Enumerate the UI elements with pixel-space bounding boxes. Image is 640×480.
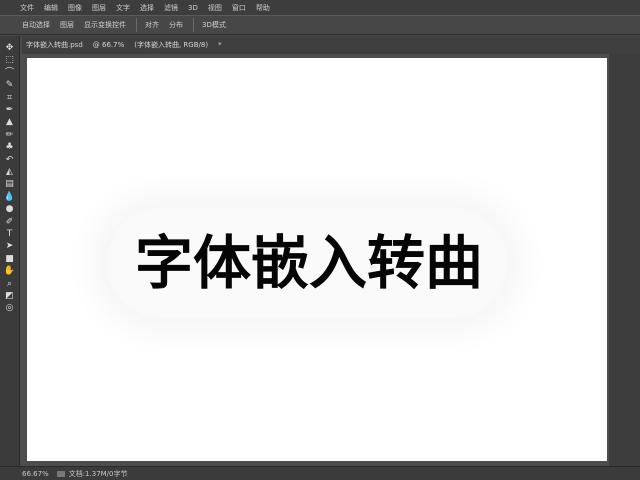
menu-layer[interactable]: 图层 xyxy=(92,3,106,13)
hand-tool-icon[interactable]: ✋ xyxy=(3,265,16,278)
menu-edit[interactable]: 编辑 xyxy=(44,3,58,13)
document-tab-bar: 字体嵌入转曲.psd @ 66.7% (字体嵌入转曲, RGB/8) * xyxy=(22,36,640,54)
quick-select-tool-icon[interactable]: ✎ xyxy=(3,79,16,92)
document-tab-name[interactable]: 字体嵌入转曲.psd xyxy=(26,40,83,50)
right-panel-edge xyxy=(609,54,640,466)
3d-mode-buttons[interactable]: 3D模式 xyxy=(202,20,226,30)
lasso-tool-icon[interactable]: ⌒ xyxy=(3,67,16,80)
zoom-tool-icon[interactable]: ⌕ xyxy=(3,278,16,291)
status-bar: 66.67% 文档:1.37M/0字节 xyxy=(0,466,640,480)
layer-select[interactable]: 图层 xyxy=(60,20,74,30)
tools-panel: ✥ ⬚ ⌒ ✎ ⌗ ✒ ▲ ✏ ♣ ↶ ◭ ▤ 💧 ● ✐ T ➤ ■ ✋ ⌕ ◩ ◎ xyxy=(0,36,20,466)
type-tool-icon[interactable]: T xyxy=(3,228,16,241)
menu-help[interactable]: 帮助 xyxy=(256,3,270,13)
document-tab-mode: (字体嵌入转曲, RGB/8) xyxy=(134,41,209,49)
menu-image[interactable]: 图像 xyxy=(68,3,82,13)
align-buttons[interactable]: 对齐 xyxy=(145,20,159,30)
menu-window[interactable]: 窗口 xyxy=(232,3,246,13)
auto-select-checkbox[interactable]: 自动选择 xyxy=(22,20,50,30)
shape-tool-icon[interactable]: ■ xyxy=(3,253,16,266)
document-info: 文档:1.37M/0字节 xyxy=(68,469,128,478)
healing-brush-tool-icon[interactable]: ▲ xyxy=(3,116,16,129)
quick-mask-icon[interactable]: ◎ xyxy=(3,302,16,315)
eraser-tool-icon[interactable]: ◭ xyxy=(3,166,16,179)
close-tab-icon[interactable]: * xyxy=(218,41,222,49)
divider xyxy=(136,18,137,32)
distribute-buttons[interactable]: 分布 xyxy=(169,20,183,30)
show-transform-controls[interactable]: 显示变换控件 xyxy=(84,20,126,30)
document-canvas[interactable]: 字体嵌入转曲 xyxy=(27,58,607,461)
eyedropper-tool-icon[interactable]: ✒ xyxy=(3,104,16,117)
menu-filter[interactable]: 滤镜 xyxy=(164,3,178,13)
options-bar: 自动选择 图层 显示变换控件 对齐 分布 3D模式 xyxy=(0,15,640,35)
menu-view[interactable]: 视图 xyxy=(208,3,222,13)
dodge-tool-icon[interactable]: ● xyxy=(3,203,16,216)
menu-type[interactable]: 文字 xyxy=(116,3,130,13)
brush-tool-icon[interactable]: ✏ xyxy=(3,129,16,142)
history-brush-tool-icon[interactable]: ↶ xyxy=(3,154,16,167)
pen-tool-icon[interactable]: ✐ xyxy=(3,216,16,229)
blur-tool-icon[interactable]: 💧 xyxy=(3,191,16,204)
headline-text[interactable]: 字体嵌入转曲 xyxy=(135,228,483,298)
move-tool-icon[interactable]: ✥ xyxy=(3,42,16,55)
clone-stamp-tool-icon[interactable]: ♣ xyxy=(3,141,16,154)
menu-select[interactable]: 选择 xyxy=(140,3,154,13)
crop-tool-icon[interactable]: ⌗ xyxy=(3,92,16,105)
color-swatch-icon[interactable]: ◩ xyxy=(3,290,16,303)
divider xyxy=(193,18,194,32)
document-tab-zoom: @ 66.7% xyxy=(92,41,125,49)
menu-file[interactable]: 文件 xyxy=(20,3,34,13)
menu-bar: 文件 编辑 图像 图层 文字 选择 滤镜 3D 视图 窗口 帮助 xyxy=(0,0,640,15)
marquee-tool-icon[interactable]: ⬚ xyxy=(3,54,16,67)
gradient-tool-icon[interactable]: ▤ xyxy=(3,178,16,191)
menu-3d[interactable]: 3D xyxy=(188,4,198,12)
status-divider-icon xyxy=(56,470,65,477)
canvas-area[interactable]: 字体嵌入转曲 xyxy=(21,54,640,466)
path-select-tool-icon[interactable]: ➤ xyxy=(3,240,16,253)
zoom-level[interactable]: 66.67% xyxy=(22,470,49,478)
